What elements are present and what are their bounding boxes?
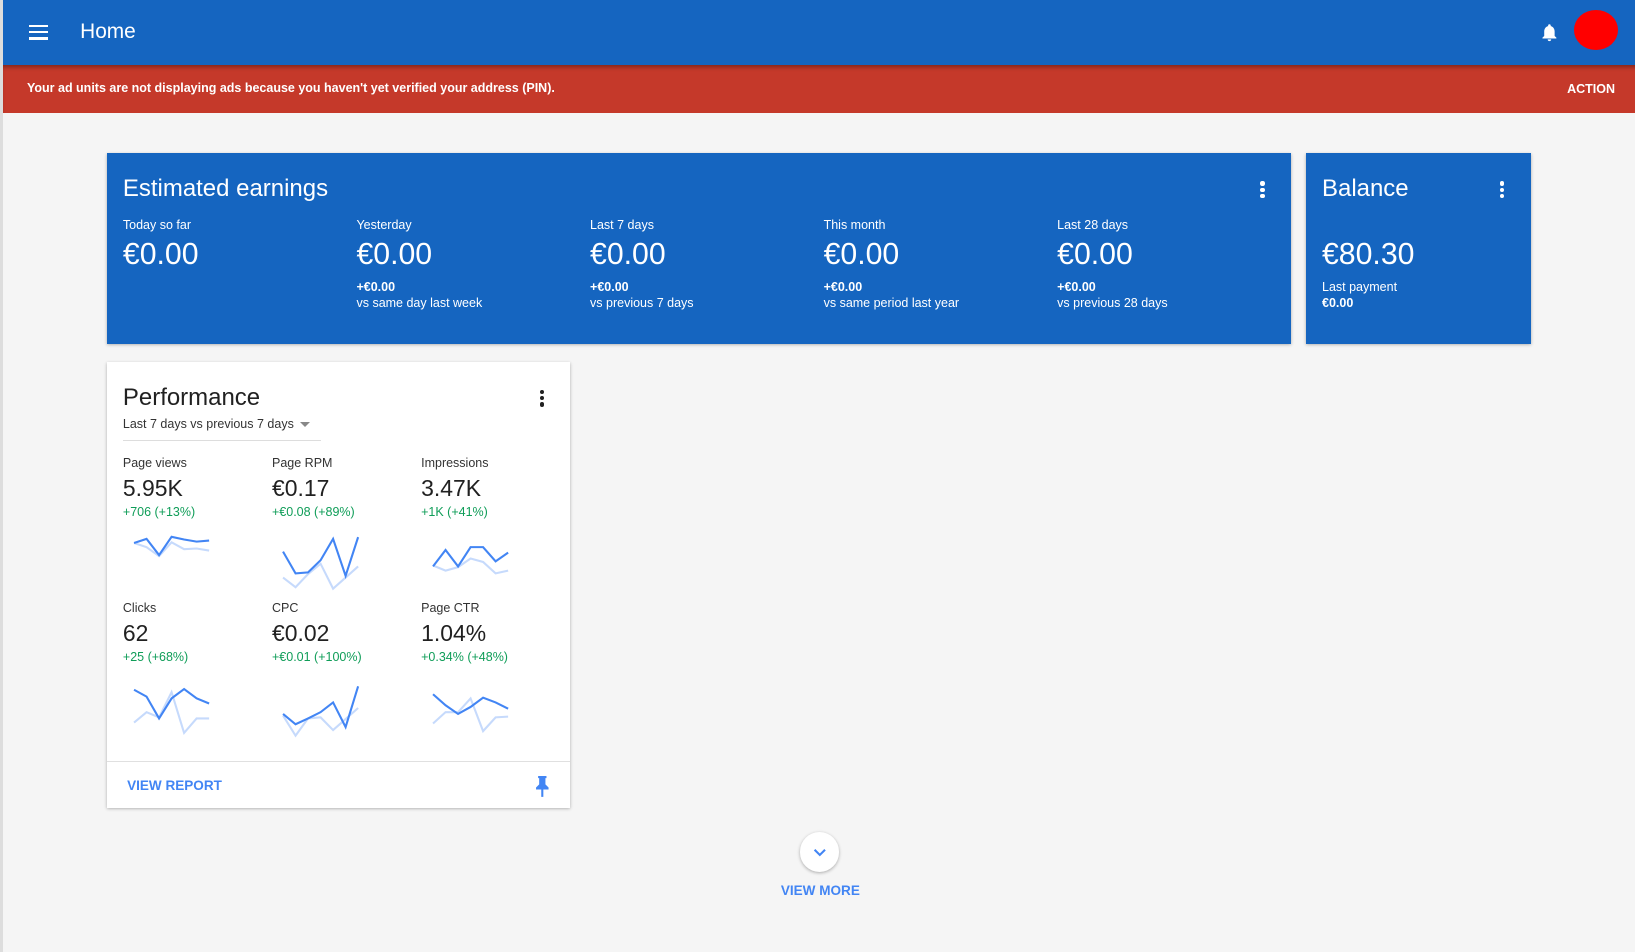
metric-value: €0.17 [272, 474, 330, 501]
date-range-dropdown[interactable]: Last 7 days vs previous 7 days [122, 417, 321, 441]
sparkline [431, 692, 509, 733]
bell-icon[interactable] [1539, 21, 1560, 44]
earnings-value: €0.00 [356, 238, 433, 272]
metric-tile[interactable]: Page RPM €0.17 +€0.08 (+89%) [272, 456, 418, 593]
metric-label: Page CTR [421, 600, 480, 615]
sparkline-current [282, 685, 360, 730]
chevron-down-icon [813, 849, 826, 857]
last-payment-label: Last payment [1322, 280, 1398, 295]
earnings-value: €0.00 [823, 238, 900, 272]
sparkline [431, 545, 509, 575]
top-app-bar: Home [3, 0, 1635, 65]
earnings-column: Last 7 days €0.00 +€0.00 vs previous 7 d… [590, 218, 819, 312]
earnings-delta: +€0.00 [823, 280, 863, 295]
comparison-label: vs same day last week [356, 296, 483, 311]
earnings-column: Yesterday €0.00 +€0.00 vs same day last … [356, 218, 585, 312]
banner-message: Your ad units are not displaying ads bec… [26, 81, 555, 96]
card-footer: VIEW REPORT [107, 761, 571, 809]
earnings-value: €0.00 [590, 238, 666, 272]
more-vert-icon[interactable] [1259, 181, 1265, 200]
more-vert-icon[interactable] [1499, 181, 1505, 200]
period-label: Last 28 days [1057, 217, 1129, 232]
earnings-delta: +€0.00 [1057, 280, 1096, 295]
pin-icon[interactable] [535, 775, 550, 797]
metric-label: Page views [122, 455, 187, 470]
metric-value: 3.47K [421, 474, 482, 501]
sparkline-current [282, 535, 360, 579]
sparkline [282, 685, 360, 737]
balance-column: €80.30 Last payment €0.00 [1322, 218, 1551, 312]
menu-icon[interactable] [29, 25, 48, 40]
metric-delta: +€0.08 (+89%) [272, 504, 355, 519]
metric-label: Page RPM [272, 455, 333, 470]
metric-delta: +0.34% (+48%) [421, 649, 508, 664]
sparkline-previous [134, 540, 210, 558]
page-title: Home [80, 19, 136, 43]
comparison-label: vs previous 7 days [590, 296, 694, 311]
sparkline-previous [282, 561, 360, 590]
period-label: Yesterday [356, 217, 412, 232]
earnings-value: €0.00 [1057, 238, 1133, 272]
card-title: Estimated earnings [122, 175, 329, 203]
comparison-label: vs same period last year [823, 296, 960, 311]
metric-value: 62 [122, 619, 149, 646]
earnings-column: Last 28 days €0.00 +€0.00 vs previous 28… [1057, 218, 1286, 312]
metric-delta: +1K (+41%) [421, 504, 488, 519]
date-range-value: Last 7 days vs previous 7 days [122, 417, 294, 432]
dropdown-arrow-icon [300, 422, 311, 428]
period-label: Last 7 days [590, 217, 654, 232]
balance-value: €80.30 [1322, 238, 1415, 272]
earnings-value: €0.00 [122, 238, 199, 272]
banner-action-button[interactable]: ACTION [1567, 82, 1615, 96]
period-label: This month [823, 217, 886, 232]
warning-banner: Your ad units are not displaying ads bec… [3, 64, 1635, 113]
metric-value: €0.02 [272, 619, 330, 646]
earnings-delta: +€0.00 [356, 280, 396, 295]
metric-value: 1.04% [421, 619, 487, 646]
period-label: Today so far [122, 217, 191, 232]
metric-tile[interactable]: CPC €0.02 +€0.01 (+100%) [272, 601, 418, 738]
sparkline [282, 535, 360, 590]
last-payment-value: €0.00 [1322, 296, 1354, 311]
metric-label: Impressions [421, 455, 489, 470]
metric-tile[interactable]: Page CTR 1.04% +0.34% (+48%) [421, 601, 567, 738]
earnings-column: This month €0.00 +€0.00 vs same period l… [824, 218, 1053, 312]
metric-delta: +€0.01 (+100%) [272, 649, 362, 664]
balance-card: Balance €80.30 Last payment €0.00 [1306, 153, 1531, 345]
view-more-link[interactable]: VIEW MORE [781, 883, 860, 898]
more-vert-icon[interactable] [539, 389, 545, 409]
avatar[interactable] [1574, 10, 1619, 51]
card-title: Performance [122, 383, 261, 411]
metric-value: 5.95K [122, 474, 183, 501]
metric-tile[interactable]: Clicks 62 +25 (+68%) [123, 601, 269, 738]
metric-tile[interactable]: Impressions 3.47K +1K (+41%) [421, 456, 567, 593]
card-title: Balance [1322, 175, 1409, 203]
metric-label: CPC [272, 600, 299, 615]
estimated-earnings-card: Estimated earnings Today so far €0.00 Ye… [107, 153, 1291, 345]
sparkline [133, 687, 210, 735]
performance-card: Performance Last 7 days vs previous 7 da… [107, 361, 571, 809]
metric-tile[interactable]: Page views 5.95K +706 (+13%) [123, 456, 269, 593]
metric-label: Clicks [122, 600, 157, 615]
metric-delta: +25 (+68%) [122, 649, 189, 664]
earnings-delta: +€0.00 [590, 280, 629, 295]
comparison-label: vs previous 28 days [1057, 296, 1168, 311]
view-report-link[interactable]: VIEW REPORT [127, 778, 222, 793]
sparkline-current [431, 545, 509, 568]
sparkline [134, 535, 210, 558]
earnings-column: Today so far €0.00 [123, 218, 352, 281]
metric-delta: +706 (+13%) [122, 504, 196, 519]
view-more-button[interactable] [799, 832, 840, 872]
